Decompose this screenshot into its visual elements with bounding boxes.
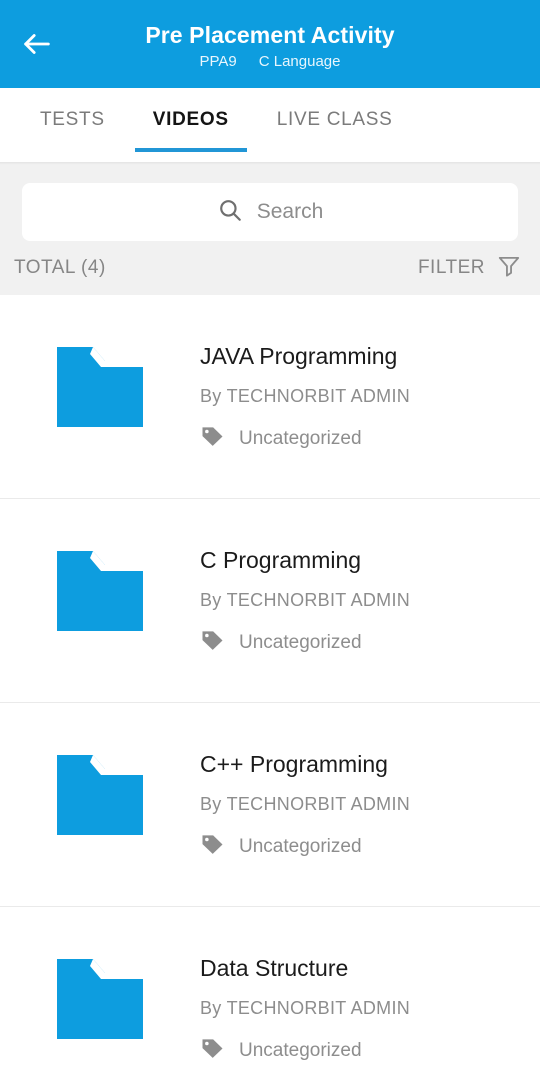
total-count-label: TOTAL (4) (14, 257, 106, 278)
back-button[interactable] (14, 21, 60, 67)
tab-documents[interactable]: MENTS (0, 88, 16, 152)
search-section: Search (0, 165, 540, 241)
subtitle-course-code: PPA9 (199, 52, 237, 70)
tag-icon (200, 1036, 225, 1066)
folder-icon (0, 749, 200, 835)
list-item-tag-label: Uncategorized (239, 632, 362, 653)
folder-icon (0, 953, 200, 1039)
list-item-body: C Programming By TECHNORBIT ADMIN Uncate… (200, 545, 540, 658)
list-item-tag: Uncategorized (200, 628, 520, 658)
summary-bar: TOTAL (4) FILTER (0, 241, 540, 295)
list-item-body: C++ Programming By TECHNORBIT ADMIN Unca… (200, 749, 540, 862)
tab-videos[interactable]: VIDEOS (129, 88, 253, 152)
tab-videos-label: VIDEOS (152, 109, 229, 130)
list-item-title: Data Structure (200, 955, 349, 981)
list-item-tag: Uncategorized (200, 1036, 520, 1066)
list-item-tag: Uncategorized (200, 424, 520, 454)
tab-bar: MENTS TESTS VIDEOS LIVE CLASS (0, 88, 540, 162)
list-item-tag: Uncategorized (200, 832, 520, 862)
search-input[interactable]: Search (22, 183, 518, 241)
list-item-title: C++ Programming (200, 751, 388, 777)
list-item-body: JAVA Programming By TECHNORBIT ADMIN Unc… (200, 341, 540, 454)
app-bar: Pre Placement Activity PPA9 C Language (0, 0, 540, 88)
list-item[interactable]: Data Structure By TECHNORBIT ADMIN Uncat… (0, 907, 540, 1069)
list-item-title: C Programming (200, 547, 362, 573)
video-list: JAVA Programming By TECHNORBIT ADMIN Unc… (0, 295, 540, 1069)
folder-icon (0, 341, 200, 427)
list-item-tag-label: Uncategorized (239, 836, 362, 857)
filter-funnel-icon (496, 253, 522, 284)
list-item-tag-label: Uncategorized (239, 1040, 362, 1061)
filter-label: FILTER (417, 257, 485, 278)
folder-icon (0, 545, 200, 631)
page-title: Pre Placement Activity (145, 21, 395, 48)
search-icon (217, 197, 243, 228)
tab-live-class-label: LIVE CLASS (276, 109, 393, 130)
list-item-author: By TECHNORBIT ADMIN (200, 590, 411, 610)
list-item-tag-label: Uncategorized (239, 428, 362, 449)
tab-live-class[interactable]: LIVE CLASS (253, 88, 417, 152)
app-bar-subtitle: PPA9 C Language (200, 52, 341, 72)
app-bar-titles: Pre Placement Activity PPA9 C Language (0, 0, 540, 88)
list-item-author: By TECHNORBIT ADMIN (200, 998, 411, 1018)
search-placeholder: Search (256, 200, 324, 223)
list-item-body: Data Structure By TECHNORBIT ADMIN Uncat… (200, 953, 540, 1066)
tab-tests[interactable]: TESTS (16, 88, 129, 152)
tag-icon (200, 628, 225, 658)
list-item[interactable]: JAVA Programming By TECHNORBIT ADMIN Unc… (0, 295, 540, 499)
list-item-title: JAVA Programming (200, 343, 398, 369)
tag-icon (200, 832, 225, 862)
filter-button[interactable]: FILTER (418, 253, 526, 284)
subtitle-subject: C Language (258, 52, 341, 70)
list-item-author: By TECHNORBIT ADMIN (200, 386, 411, 406)
list-item-author: By TECHNORBIT ADMIN (200, 794, 411, 814)
list-item[interactable]: C Programming By TECHNORBIT ADMIN Uncate… (0, 499, 540, 703)
tag-icon (200, 424, 225, 454)
list-item[interactable]: C++ Programming By TECHNORBIT ADMIN Unca… (0, 703, 540, 907)
arrow-left-icon (20, 27, 54, 61)
tab-tests-label: TESTS (40, 109, 105, 130)
